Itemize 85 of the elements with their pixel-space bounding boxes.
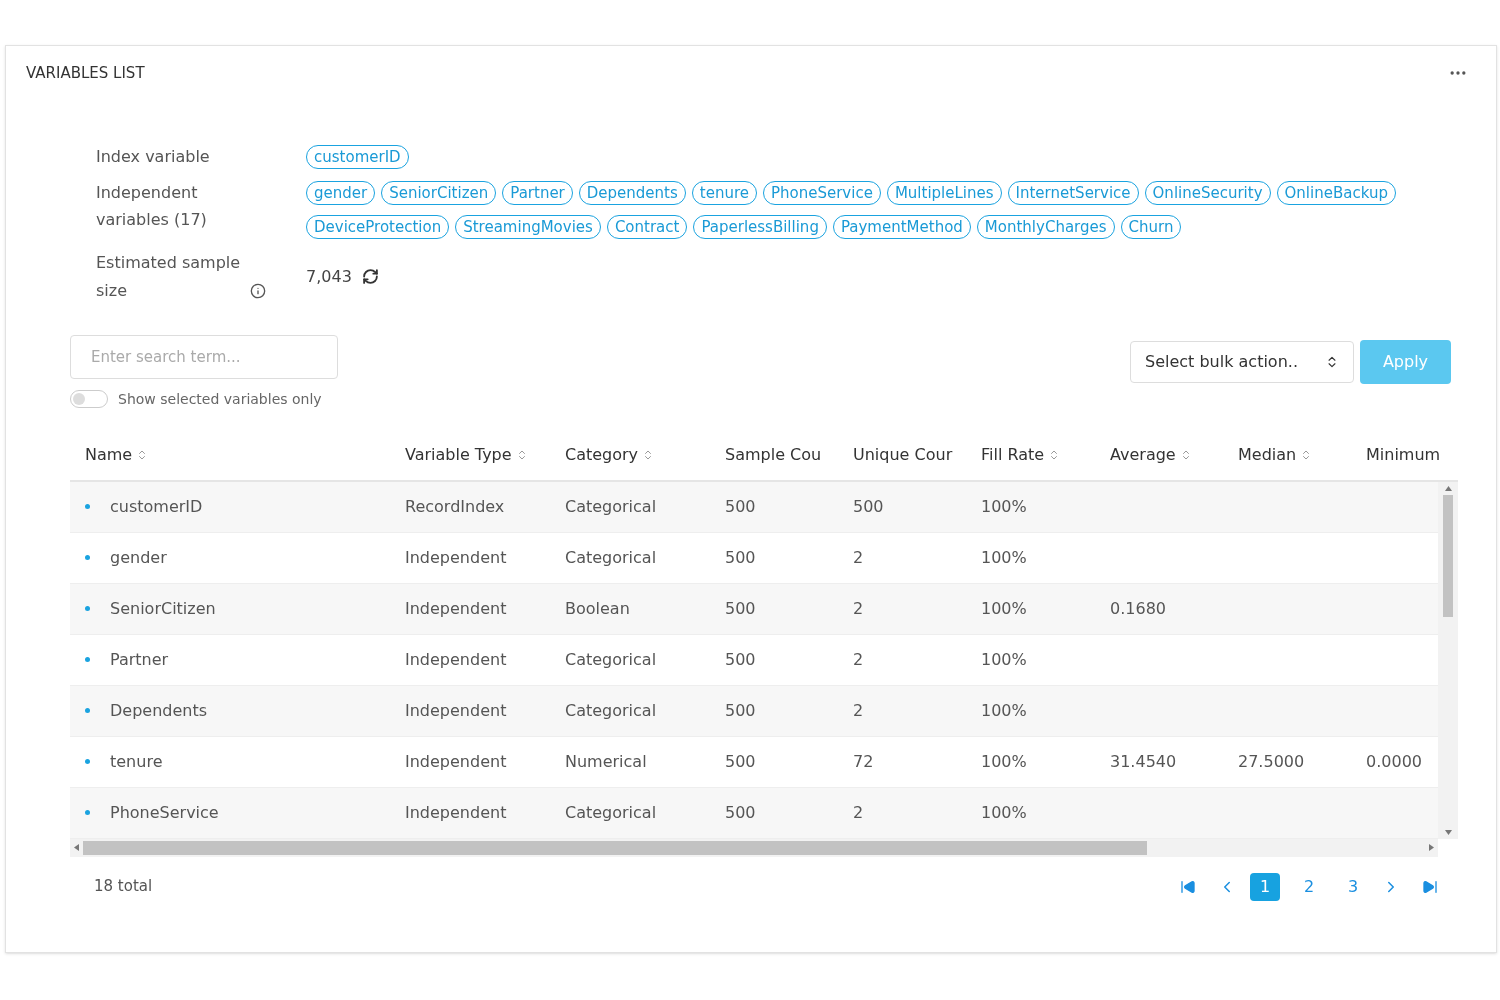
table-cell-text: Partner (110, 648, 169, 671)
table-cell-text: Categorical (565, 699, 657, 722)
bulk-action-select[interactable]: Select bulk action.. (1130, 340, 1354, 383)
info-icon[interactable] (250, 282, 266, 299)
table-cell-text: SeniorCitizen (110, 597, 216, 620)
column-header[interactable]: Unique Cour (853, 442, 953, 467)
table-cell-text: 100% (981, 495, 1027, 518)
total-count: 18 total (94, 876, 153, 898)
vertical-scrollbar[interactable] (1438, 481, 1458, 839)
index-label: Index variable (96, 145, 211, 168)
table-cell-text: 500 (725, 801, 756, 824)
table-cell-text: Categorical (565, 648, 657, 671)
scroll-down-icon[interactable] (1444, 829, 1452, 835)
table-cell-text: 72 (853, 750, 874, 773)
column-header[interactable]: Category (565, 442, 655, 467)
table-cell-text: 500 (725, 597, 756, 620)
table-cell-text: 100% (981, 750, 1027, 773)
table-cell-text: RecordIndex (405, 495, 505, 518)
independent-label: Independent variables (17) (96, 181, 208, 231)
scroll-thumb[interactable] (1443, 494, 1453, 617)
page-button[interactable]: 3 (1338, 872, 1368, 901)
bullet-icon (85, 504, 90, 509)
table-cell-text: 500 (725, 546, 756, 569)
table-cell-text: 500 (725, 750, 756, 773)
scroll-thumb[interactable] (83, 840, 1147, 855)
table-cell-text: 100% (981, 597, 1027, 620)
first-page-icon[interactable] (1180, 878, 1196, 895)
table-cell-text: Independent (405, 801, 507, 824)
scroll-right-icon[interactable] (1429, 844, 1434, 851)
search-field[interactable]: Enter search term... (70, 334, 338, 379)
toggle-label: Show selected variables only (118, 389, 322, 409)
table-cell-text: 27.5000 (1238, 750, 1305, 773)
table-cell-text: 100% (981, 699, 1027, 722)
bullet-icon (85, 810, 90, 815)
sample-size-label: Estimated sample size (96, 251, 242, 302)
table-cell-text: 500 (853, 495, 884, 518)
table-cell-text: Categorical (565, 801, 657, 824)
column-header[interactable]: Fill Rate (981, 442, 1061, 467)
sample-size-value: 7,043 (306, 265, 352, 288)
table-cell-text: Independent (405, 546, 507, 569)
table-cell-text: 0.0000 (1366, 750, 1422, 773)
table-cell-text: 2 (853, 546, 864, 569)
table-cell-text: Independent (405, 597, 507, 620)
table-cell-text: 500 (725, 648, 756, 671)
table-cell-text: PhoneService (110, 801, 219, 824)
table-cell-text: Categorical (565, 495, 657, 518)
column-header[interactable]: Median (1238, 442, 1313, 467)
refresh-icon[interactable] (361, 268, 379, 285)
table-cell-text: 2 (853, 801, 864, 824)
bullet-icon (85, 708, 90, 713)
table-cell-text: Dependents (110, 699, 208, 722)
column-header[interactable]: Name (85, 442, 149, 467)
table-cell-text: Independent (405, 699, 507, 722)
column-header[interactable]: Minimum (1366, 442, 1441, 467)
bullet-icon (85, 759, 90, 764)
table-cell-text: 2 (853, 648, 864, 671)
table-cell-text: Categorical (565, 546, 657, 569)
table-cell-text: 100% (981, 648, 1027, 671)
bullet-icon (85, 657, 90, 662)
table-cell-text: gender (110, 546, 167, 569)
last-page-icon[interactable] (1422, 878, 1438, 895)
table-cell-text: Independent (405, 750, 507, 773)
table-cell-text: Numerical (565, 750, 647, 773)
column-header[interactable]: Variable Type (405, 442, 528, 467)
table-cell-text: 100% (981, 801, 1027, 824)
bullet-icon (85, 555, 90, 560)
table-cell-text: 0.1680 (1110, 597, 1166, 620)
table-cell-text: Boolean (565, 597, 630, 620)
scroll-left-icon[interactable] (74, 844, 79, 851)
table-cell-text: 2 (853, 597, 864, 620)
table-cell-text: 31.4540 (1110, 750, 1177, 773)
table-cell-text: customerID (110, 495, 203, 518)
panel-title: VARIABLES LIST (26, 63, 145, 84)
page-button[interactable]: 2 (1294, 872, 1324, 901)
column-header[interactable]: Average (1110, 442, 1192, 467)
column-header[interactable]: Sample Cou (725, 442, 822, 467)
table-cell-text: Independent (405, 648, 507, 671)
table-cell-text: 2 (853, 699, 864, 722)
table-cell-text: 100% (981, 546, 1027, 569)
scroll-up-icon[interactable] (1444, 485, 1452, 491)
table-cell-text: 500 (725, 699, 756, 722)
table-cell-text: 500 (725, 495, 756, 518)
toggle-switch[interactable] (70, 390, 108, 408)
table-cell-text: tenure (110, 750, 163, 773)
bullet-icon (85, 606, 90, 611)
